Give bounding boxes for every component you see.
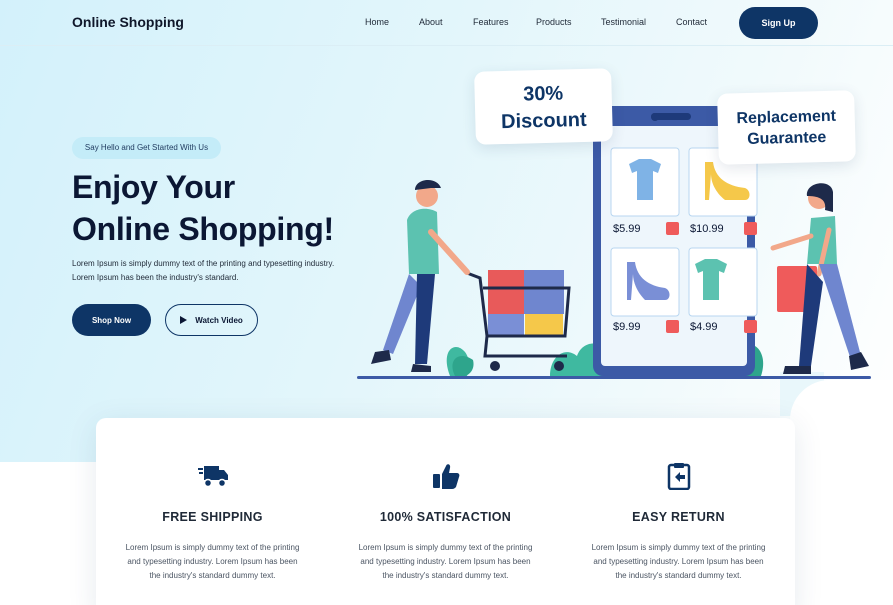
ground-line <box>357 376 871 379</box>
nav-link-home[interactable]: Home <box>365 17 389 27</box>
play-icon <box>180 316 188 324</box>
feature-text: Lorem Ipsum is simply dummy text of the … <box>114 541 311 583</box>
discount-label: Discount <box>500 108 587 134</box>
feature-text-line: Lorem Ipsum is simply dummy text of the … <box>125 543 300 552</box>
guarantee-line1: Replacement <box>736 107 837 128</box>
product-tile-4 <box>688 247 758 317</box>
feature-text-line: and typesetting industry. Lorem Ipsum ha… <box>593 557 764 566</box>
site-logo[interactable]: Online Shopping <box>72 14 184 30</box>
feature-text-line: and typesetting industry. Lorem Ipsum ha… <box>360 557 531 566</box>
watch-video-button[interactable]: Watch Video <box>165 304 258 336</box>
feature-text-line: the industry's standard dummy text. <box>615 571 742 580</box>
feature-title: FREE SHIPPING <box>162 510 263 524</box>
feature-text-line: Lorem Ipsum is simply dummy text of the … <box>358 543 533 552</box>
hero-title: Enjoy Your Online Shopping! <box>72 166 334 250</box>
thumbs-up-icon <box>432 464 459 489</box>
nav-link-about[interactable]: About <box>419 17 443 27</box>
nav-link-testimonial[interactable]: Testimonial <box>601 17 646 27</box>
guarantee-card: Replacement Guarantee <box>717 90 856 165</box>
hero-desc-line1: Lorem Ipsum is simply dummy text of the … <box>72 259 335 268</box>
feature-text-line: the industry's standard dummy text. <box>149 571 276 580</box>
discount-card: 30% Discount <box>474 68 613 145</box>
feature-text: Lorem Ipsum is simply dummy text of the … <box>580 541 777 583</box>
guarantee-line2: Guarantee <box>747 128 827 149</box>
plant-left <box>446 346 474 376</box>
navbar: Online Shopping Home About Features Prod… <box>0 0 893 46</box>
feature-text-line: Lorem Ipsum is simply dummy text of the … <box>591 543 766 552</box>
discount-percent: 30% <box>522 82 564 106</box>
watch-video-label: Watch Video <box>195 315 243 325</box>
price-label: $5.99 <box>613 223 641 235</box>
hero-description: Lorem Ipsum is simply dummy text of the … <box>72 257 362 285</box>
shopping-cart-icon <box>466 270 571 371</box>
price-label: $9.99 <box>613 321 641 333</box>
feature-title: EASY RETURN <box>632 510 725 524</box>
price-label: $10.99 <box>690 223 724 235</box>
price-label: $4.99 <box>690 321 718 333</box>
signup-button[interactable]: Sign Up <box>739 7 818 39</box>
feature-text: Lorem Ipsum is simply dummy text of the … <box>347 541 544 583</box>
feature-text-line: and typesetting industry. Lorem Ipsum ha… <box>127 557 298 566</box>
hero-corner <box>790 380 893 462</box>
hero-tag: Say Hello and Get Started With Us <box>72 137 221 159</box>
product-tile-3 <box>610 247 680 317</box>
man-figure <box>371 179 470 372</box>
feature-title: 100% SATISFACTION <box>379 510 512 524</box>
nav-link-products[interactable]: Products <box>536 17 572 27</box>
nav-link-contact[interactable]: Contact <box>676 17 707 27</box>
delivery-truck-icon <box>197 466 228 488</box>
hero-title-line2: Online Shopping! <box>72 211 334 247</box>
features-card: FREE SHIPPING Lorem Ipsum is simply dumm… <box>96 418 795 605</box>
return-clipboard-icon <box>667 463 690 490</box>
shop-now-button[interactable]: Shop Now <box>72 304 151 336</box>
woman-figure <box>770 183 869 374</box>
hero-title-line1: Enjoy Your <box>72 169 235 205</box>
nav-link-features[interactable]: Features <box>473 17 509 27</box>
product-tile-1 <box>610 147 680 217</box>
hero-desc-line2: Lorem Ipsum has been the industry's stan… <box>72 273 239 282</box>
feature-text-line: the industry's standard dummy text. <box>382 571 509 580</box>
